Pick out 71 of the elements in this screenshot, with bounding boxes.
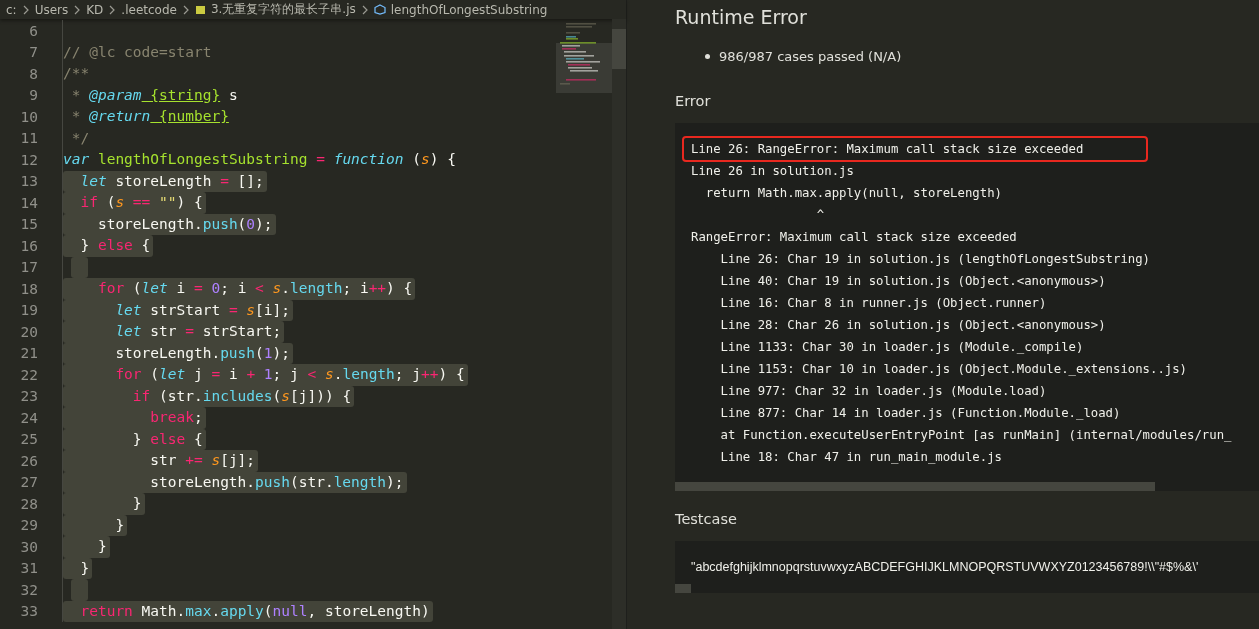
line-number: 28: [19, 495, 39, 512]
line-number: 29: [19, 517, 39, 534]
line-number: 21: [19, 345, 39, 362]
line-number: 9: [28, 87, 39, 104]
line-number: 18: [19, 280, 39, 297]
breadcrumb-item[interactable]: lengthOfLongestSubstring: [390, 2, 548, 17]
highlighted-error-line: Line 26: RangeError: Maximum call stack size exceeded: [684, 138, 1146, 160]
chevron-icon: [360, 4, 369, 15]
breadcrumb-item[interactable]: KD: [86, 2, 104, 17]
chevron-icon: [73, 4, 82, 15]
code-line: * @param {string} s: [70, 85, 239, 105]
section-heading: Error: [675, 93, 712, 109]
line-number: 23: [19, 388, 39, 405]
scrollbar-thumb[interactable]: [675, 482, 1155, 491]
scrollbar-thumb[interactable]: [675, 584, 691, 593]
error-line: Line 1153: Char 10 in loader.js (Object.Module._extensions..js): [719, 361, 1189, 378]
line-number: 27: [19, 474, 39, 491]
error-line: Line 16: Char 8 in runner.js (Object.runner): [719, 295, 1048, 312]
error-line: Line 877: Char 14 in loader.js (Function.Module._load): [719, 405, 1122, 422]
code-line: * @return {number}: [70, 107, 230, 126]
line-number: 20: [19, 323, 39, 340]
line-number: 26: [19, 452, 39, 469]
code-line: */: [70, 128, 91, 148]
error-line: Line 40: Char 19 in solution.js (Object.<anonymous>): [719, 273, 1107, 290]
breadcrumb-item[interactable]: 3.无重复字符的最长子串.js: [210, 1, 356, 18]
error-line: Line 26 in solution.js: [691, 163, 855, 180]
line-number: 31: [19, 560, 39, 577]
chevron-icon: [21, 4, 30, 15]
scrollbar[interactable]: [612, 19, 626, 629]
line-number: 8: [28, 65, 39, 82]
line-number: 25: [19, 431, 39, 448]
error-line: Line 28: Char 26 in solution.js (Object.<anonymous>): [719, 317, 1107, 334]
chevron-icon: [181, 4, 190, 15]
line-number: 11: [19, 130, 39, 147]
line-number: 17: [19, 259, 39, 276]
line-number: 33: [19, 603, 39, 620]
code-line: /**: [63, 64, 91, 83]
line-number: 22: [19, 366, 39, 383]
line-number: 13: [19, 173, 39, 190]
error-line: at Function.executeUserEntryPoint [as runMain] (internal/modules/run_: [719, 427, 1233, 444]
line-number: 14: [19, 194, 39, 211]
testcase-value: "abcdefghijklmnopqrstuvwxyzABCDEFGHIJKLMNOPQRSTUVWXYZ0123456789!\\"#$%&\': [690, 559, 1200, 576]
line-number: 19: [19, 302, 39, 319]
line-number: 6: [28, 22, 39, 39]
error-line: Line 977: Char 32 in loader.js (Module.load): [719, 383, 1048, 400]
line-number: 24: [19, 409, 39, 426]
error-line: Line 26: Char 19 in solution.js (lengthOfLongestSubstring): [719, 251, 1151, 268]
line-number: 7: [28, 44, 39, 61]
summary-text: 986/987 cases passed (N/A): [719, 49, 902, 64]
error-line: RangeError: Maximum call stack size exceeded: [691, 229, 1018, 246]
error-line: ^: [815, 207, 826, 224]
code-line: // @lc code=start: [63, 42, 213, 62]
line-number: 30: [19, 538, 39, 555]
error-line: Line 18: Char 47 in run_main_module.js: [719, 449, 1003, 466]
breadcrumb-item[interactable]: .leetcode: [121, 2, 177, 17]
line-number: 15: [19, 216, 39, 233]
line-number: 16: [19, 237, 39, 254]
js-file-icon: [194, 4, 206, 15]
error-line: return Math.max.apply(null, storeLength): [704, 185, 1003, 202]
section-heading: Testcase: [675, 511, 738, 527]
error-line: Line 1133: Char 30 in loader.js (Module._compile): [719, 339, 1085, 356]
breadcrumb-item[interactable]: c:: [6, 2, 17, 17]
chevron-icon: [108, 4, 117, 15]
line-number: 10: [19, 108, 39, 125]
bullet-icon: [705, 54, 710, 59]
cube-icon: [373, 4, 386, 15]
code-line: var lengthOfLongestSubstring = function (s) {: [63, 150, 457, 169]
breadcrumb-item[interactable]: Users: [34, 2, 69, 17]
result-title: Runtime Error: [675, 6, 808, 28]
line-number: 12: [19, 151, 39, 168]
line-number: 32: [19, 581, 39, 598]
